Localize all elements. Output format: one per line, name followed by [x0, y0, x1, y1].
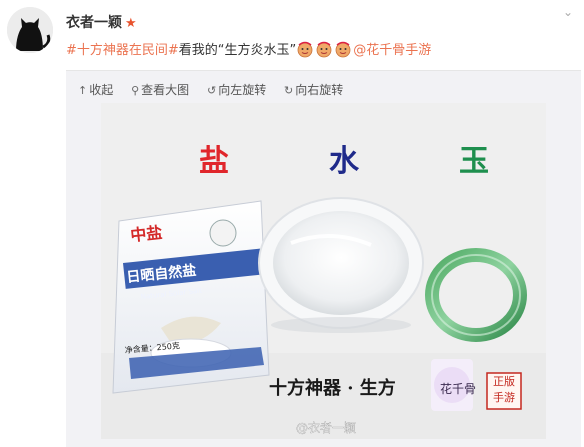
arrow-up-icon: ↑: [78, 84, 88, 97]
rotate-right-label: 向右旋转: [295, 83, 344, 97]
rotate-right-button[interactable]: ↻ 向右旋转: [284, 81, 343, 98]
rotate-left-icon: ↺: [206, 84, 217, 97]
view-large-label: 查看大图: [141, 83, 190, 97]
emoji-face-icon: [297, 41, 313, 58]
username-text[interactable]: 衣者一颖: [66, 15, 122, 31]
view-large-button[interactable]: ⚲ 查看大图: [131, 81, 189, 98]
emoji-icon-group: [296, 40, 352, 64]
image-toolbar: ↑ 收起 ⚲ 查看大图 ↺ 向左旋转 ↻ 向右旋转: [78, 81, 357, 98]
watermark: @衣者一颖: [296, 420, 356, 435]
avatar-cat-icon: [7, 7, 53, 53]
rotate-left-label: 向左旋转: [218, 83, 267, 97]
more-chevron-icon[interactable]: ⌄: [560, 6, 576, 18]
label-jade: 玉: [459, 144, 489, 179]
authentic-stamp: 正版手游: [486, 372, 522, 410]
emoji-face-icon: [316, 41, 332, 58]
magnifier-icon: ⚲: [131, 84, 140, 97]
post-text: #十方神器在民间#看我的“生方炎水玉” @花千骨手游: [66, 40, 431, 64]
stamp-text: 正版手游: [493, 375, 515, 404]
label-salt: 盐: [199, 144, 229, 179]
post-body-text: 看我的“生方炎水玉”: [178, 43, 297, 58]
salt-bag: 日晒自然盐 Natural Solar Salt 中盐 净含量：250克: [112, 200, 270, 394]
collapse-label: 收起: [89, 83, 114, 97]
seal-text: 花千骨: [440, 381, 476, 396]
emoji-icons: [297, 41, 351, 58]
game-seal-logo: 花千骨: [431, 359, 476, 411]
post-photo[interactable]: 盐 水 玉 日晒自然盐 Natural Solar Salt 中盐 净含量：25…: [101, 103, 546, 439]
vip-star-icon: ★: [125, 16, 137, 31]
emoji-face-icon: [335, 41, 351, 58]
topic-tag-link[interactable]: #十方神器在民间#: [66, 43, 179, 58]
label-water: 水: [329, 144, 360, 179]
mention-link[interactable]: @花千骨手游: [353, 43, 431, 58]
avatar[interactable]: [7, 7, 53, 53]
rotate-left-button[interactable]: ↺ 向左旋转: [207, 81, 266, 98]
username[interactable]: 衣者一颖 ★: [66, 12, 137, 32]
photo-scene: 盐 水 玉 日晒自然盐 Natural Solar Salt 中盐 净含量：25…: [101, 103, 546, 439]
calligraphy-caption: 十方神器 · 生方: [269, 377, 396, 399]
rotate-right-icon: ↻: [284, 84, 294, 97]
media-box: ↑ 收起 ⚲ 查看大图 ↺ 向左旋转 ↻ 向右旋转 盐 水 玉 日晒自然盐 Na…: [66, 70, 581, 447]
salt-brand: 中盐: [129, 223, 163, 245]
collapse-button[interactable]: ↑ 收起: [78, 81, 113, 98]
